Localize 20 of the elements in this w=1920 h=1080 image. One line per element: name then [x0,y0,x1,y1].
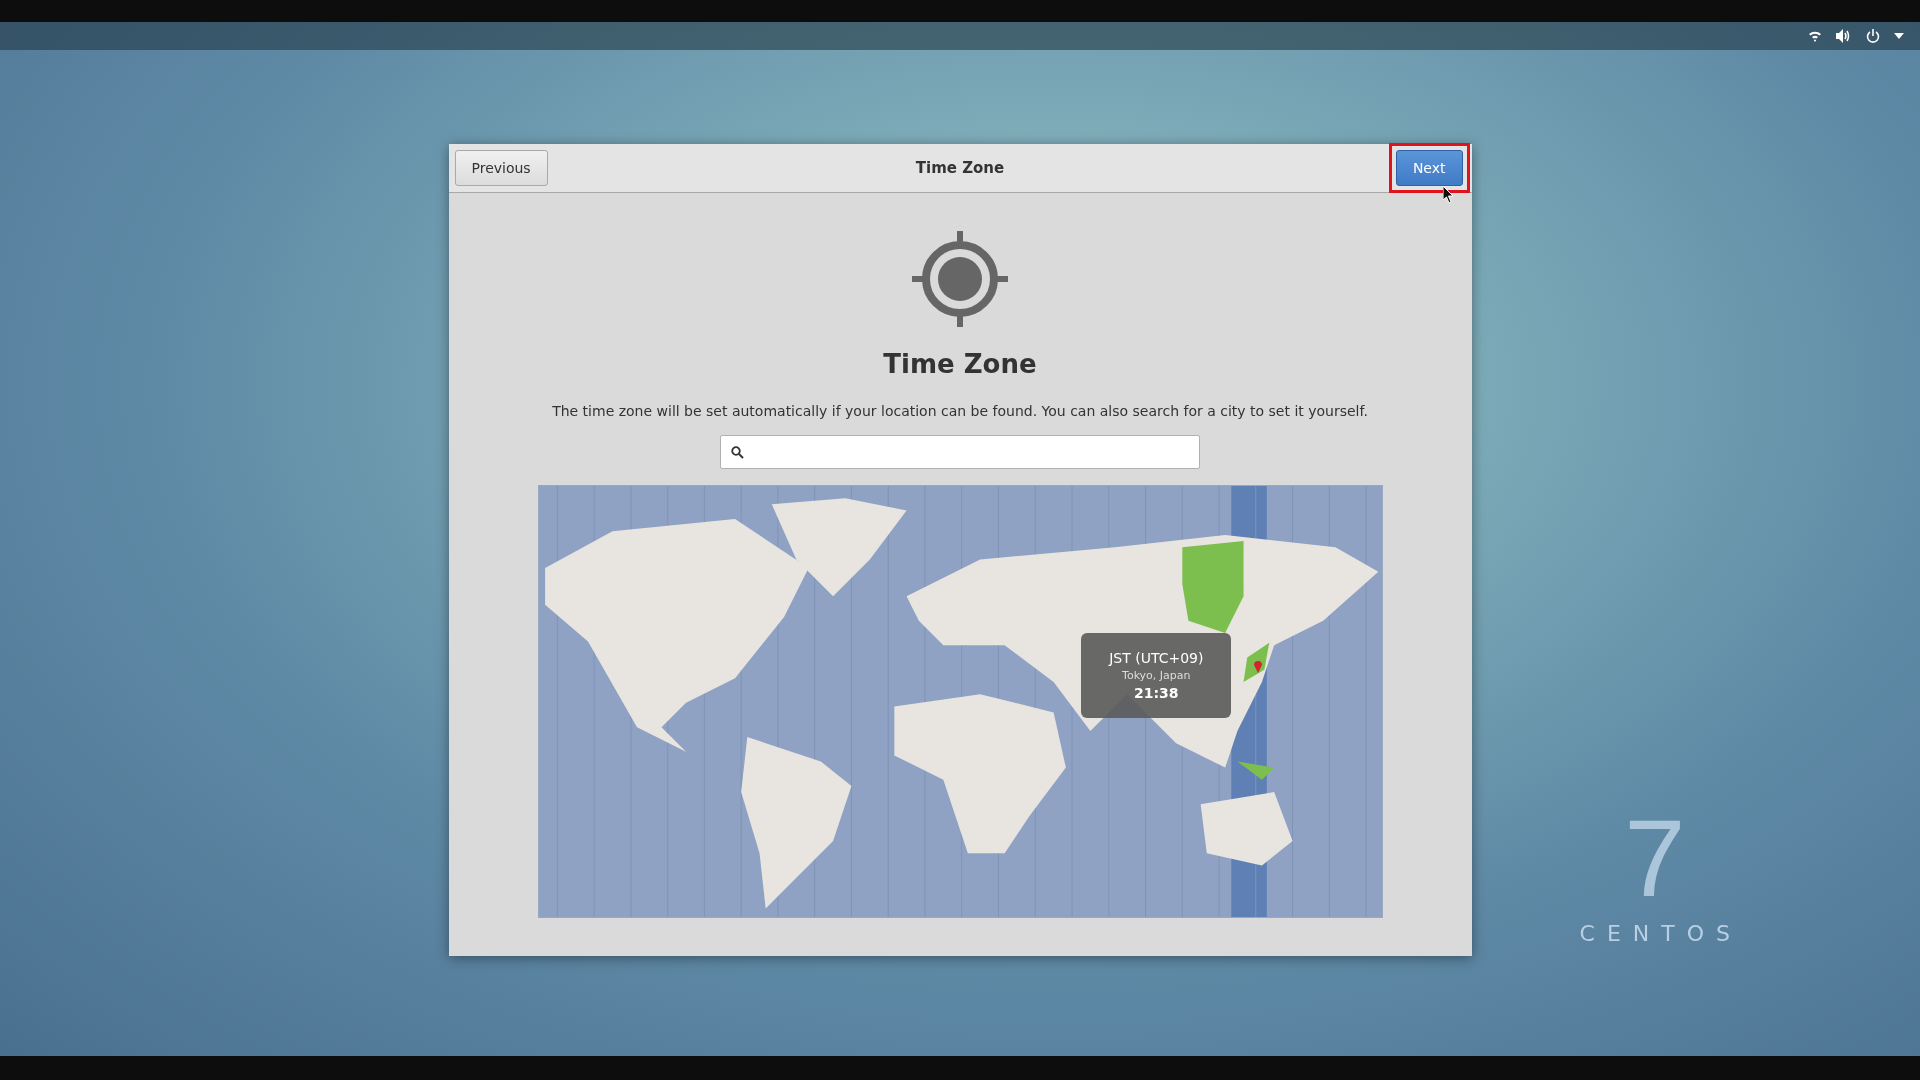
mouse-cursor-icon [1442,186,1455,204]
wifi-icon[interactable] [1808,30,1822,42]
world-map[interactable]: JST (UTC+09) Tokyo, Japan 21:38 [537,485,1383,918]
previous-button[interactable]: Previous [454,150,548,186]
search-field[interactable] [720,435,1200,469]
location-target-icon [912,231,1008,327]
description-text: The time zone will be set automatically if your location can be found. You can also search for a city to set it yourself. [552,403,1368,419]
version-logo: 7 [1624,803,1686,913]
brand-name: CENTOS [1579,921,1742,946]
city-label: Tokyo, Japan [1122,668,1191,682]
power-icon[interactable] [1866,29,1880,43]
caret-icon[interactable] [1894,33,1904,39]
volume-icon[interactable] [1836,29,1852,43]
search-icon [731,445,744,459]
window-title: Time Zone [915,159,1005,177]
page-heading: Time Zone [883,349,1037,379]
map-pin-icon [1252,658,1263,673]
timezone-label: JST (UTC+09) [1109,649,1204,666]
time-label: 21:38 [1134,684,1179,701]
next-button[interactable]: Next [1395,150,1463,186]
